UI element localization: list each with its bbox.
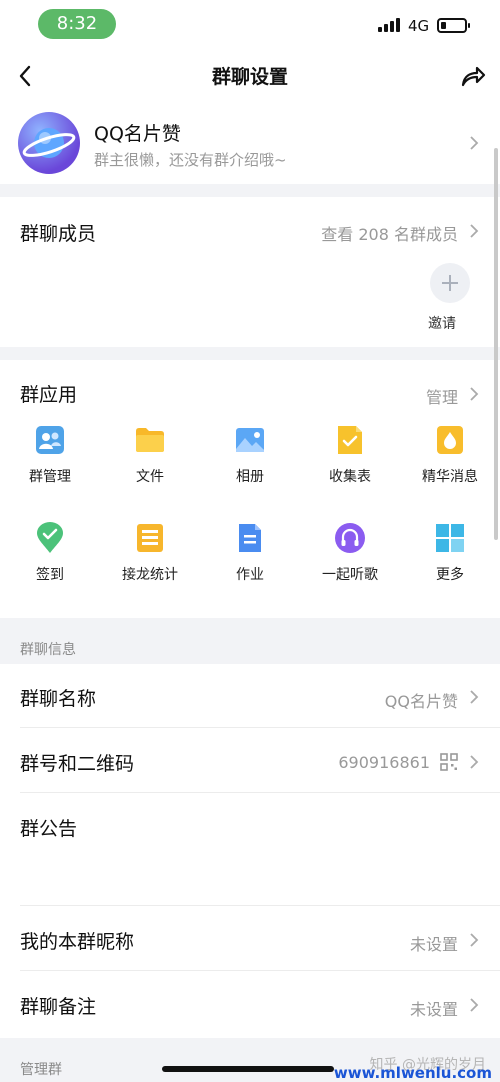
chevron-right-icon [470,690,479,704]
signal-icon [378,18,400,32]
group-manage-icon [36,426,64,454]
app-label: 群管理 [29,469,71,485]
home-indicator [162,1066,334,1072]
apps-manage-link[interactable]: 管理 [426,384,458,408]
view-members-link[interactable]: 查看 208 名群成员 [321,221,458,245]
check-in-icon [37,522,63,553]
group-name-value: QQ名片赞 [384,692,458,711]
group-name-label: 群聊名称 [20,688,97,710]
photo-album-icon [236,428,264,452]
app-label: 相册 [236,469,264,485]
divider [20,727,500,728]
app-file[interactable]: 文件 [100,424,200,486]
group-number-label: 群号和二维码 [20,753,135,775]
app-listen-together[interactable]: 一起听歌 [300,522,400,584]
group-number-value: 690916861 [338,753,430,772]
app-label: 精华消息 [422,469,478,485]
divider [20,905,500,906]
group-profile-card[interactable]: QQ名片赞 群主很懒，还没有群介绍哦~ [0,102,500,184]
chevron-right-icon [470,136,479,150]
group-remark-row[interactable]: 群聊备注 未设置 [0,972,500,1036]
my-nickname-value: 未设置 [409,935,458,954]
app-label: 一起听歌 [322,567,378,583]
app-essence-message[interactable]: 精华消息 [400,424,500,486]
invite-button[interactable] [430,263,470,303]
section-label-group-info: 群聊信息 [20,642,76,658]
status-time: 8:32 [38,9,116,39]
group-name: QQ名片赞 [94,123,181,145]
app-check-in[interactable]: 签到 [0,522,100,584]
essence-message-icon [437,426,463,454]
group-apps-card: 群应用 管理 群管理 文件 相册 收集表 精华消息 签到 接龙统计 作业 一起听… [0,360,500,618]
group-number-row[interactable]: 群号和二维码 690916861 [0,729,500,793]
app-relay-stats[interactable]: 接龙统计 [100,522,200,584]
relay-stats-icon [137,524,163,552]
app-label: 签到 [36,567,64,583]
group-info-card: 群聊名称 QQ名片赞 群号和二维码 690916861 群公告 我的本群昵称 未… [0,664,500,1038]
group-intro: 群主很懒，还没有群介绍哦~ [94,151,287,169]
homework-icon [239,524,261,552]
app-label: 接龙统计 [122,567,178,583]
app-group-manage[interactable]: 群管理 [0,424,100,486]
planet-icon [22,128,76,158]
battery-icon [437,18,470,33]
folder-icon [136,428,164,452]
apps-title: 群应用 [20,384,78,406]
group-avatar [18,112,80,174]
app-album[interactable]: 相册 [200,424,300,486]
chevron-right-icon [470,755,479,769]
my-nickname-row[interactable]: 我的本群昵称 未设置 [0,907,500,971]
network-type: 4G [408,17,430,35]
members-title: 群聊成员 [20,223,97,245]
divider [20,970,500,971]
app-grid: 群管理 文件 相册 收集表 精华消息 签到 接龙统计 作业 一起听歌 更多 [0,424,500,584]
section-label-manage-group: 管理群 [20,1062,62,1078]
listen-together-icon [335,523,365,553]
group-notice-label: 群公告 [20,818,78,840]
app-collection-form[interactable]: 收集表 [300,424,400,486]
my-nickname-label: 我的本群昵称 [20,931,135,953]
app-label: 作业 [236,567,264,583]
app-label: 收集表 [329,469,371,485]
app-homework[interactable]: 作业 [200,522,300,584]
app-label: 文件 [136,469,164,485]
group-name-row[interactable]: 群聊名称 QQ名片赞 [0,664,500,728]
collection-form-icon [338,426,362,454]
app-more[interactable]: 更多 [400,522,500,584]
group-remark-value: 未设置 [409,1000,458,1019]
share-icon[interactable] [460,64,486,88]
chevron-right-icon [470,224,479,238]
watermark-site: www.mlwenlu.com [333,1064,492,1082]
chevron-right-icon [470,998,479,1012]
more-apps-icon [436,524,464,552]
invite-label: 邀请 [428,316,456,332]
status-bar: 8:32 4G [0,0,500,50]
group-notice-row[interactable]: 群公告 [0,794,500,906]
chevron-right-icon [470,387,479,401]
members-card: 群聊成员 查看 208 名群成员 邀请 [0,197,500,347]
page-title: 群聊设置 [211,66,288,88]
divider [20,792,500,793]
nav-bar: 群聊设置 [0,50,500,102]
app-label: 更多 [436,567,464,583]
group-remark-label: 群聊备注 [20,996,97,1018]
scrollbar[interactable] [494,148,498,540]
chevron-right-icon [470,933,479,947]
qr-code-icon [440,753,458,771]
